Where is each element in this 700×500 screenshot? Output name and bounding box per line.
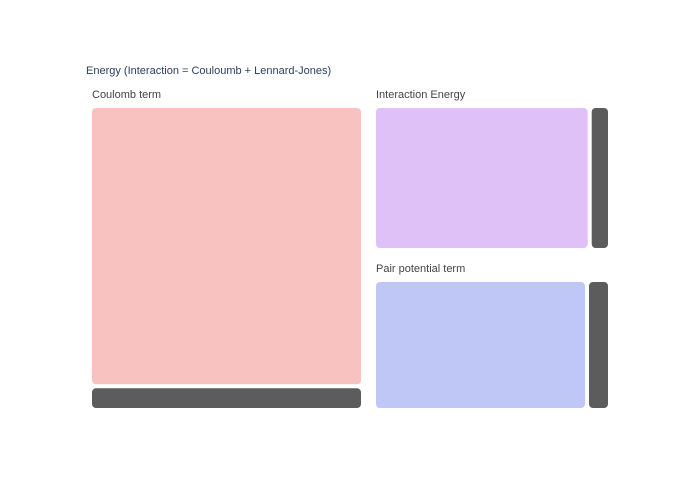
treemap-tile-pair-0[interactable] [376,282,585,408]
parent-label-coulomb: Coulomb term [92,89,161,101]
treemap-tiles [92,108,608,408]
parent-label-pair: Pair potential term [376,263,465,275]
treemap-tile-coulomb-0[interactable] [92,108,361,385]
treemap-tile-coulomb-1[interactable] [92,388,361,408]
treemap-tile-interaction-0[interactable] [376,108,588,248]
parent-label-interaction: Interaction Energy [376,89,466,101]
treemap-tile-interaction-1[interactable] [591,108,608,248]
treemap-root-label: Energy (Interaction = Couloumb + Lennard… [86,65,331,77]
treemap-tile-pair-1[interactable] [589,282,608,408]
treemap-chart: Energy (Interaction = Couloumb + Lennard… [86,65,608,408]
